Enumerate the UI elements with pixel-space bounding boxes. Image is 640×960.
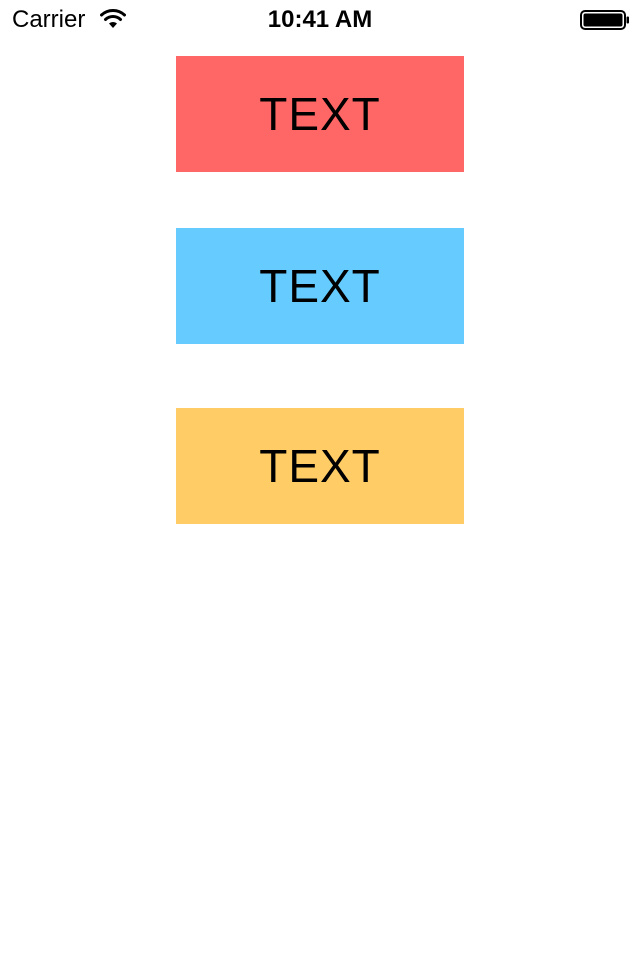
blue-text-block: TEXT [176, 228, 464, 344]
battery-icon [580, 10, 629, 30]
block-label: TEXT [259, 88, 381, 140]
block-label: TEXT [259, 440, 381, 492]
status-bar: Carrier 10:41 AM [0, 0, 640, 40]
red-text-block: TEXT [176, 56, 464, 172]
orange-text-block: TEXT [176, 408, 464, 524]
status-time: 10:41 AM [267, 6, 373, 33]
block-label: TEXT [259, 260, 381, 312]
